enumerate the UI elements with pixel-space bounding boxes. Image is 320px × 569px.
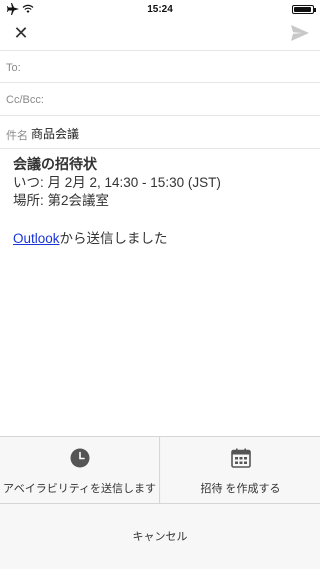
subject-value[interactable]: 商品会議: [31, 125, 79, 142]
close-button[interactable]: ✕: [8, 20, 34, 46]
invite-title: 会議の招待状: [13, 156, 97, 172]
to-field[interactable]: To:: [0, 50, 320, 83]
cancel-button[interactable]: キャンセル: [0, 503, 320, 569]
cc-bcc-field[interactable]: Cc/Bcc:: [0, 83, 320, 116]
create-invite-button[interactable]: 招待 を作成する: [161, 437, 320, 503]
send-icon: [291, 25, 309, 41]
signature: Outlookから送信しました: [13, 230, 313, 248]
outlook-link[interactable]: Outlook: [13, 231, 60, 246]
invite-when: いつ: 月 2月 2, 14:30 - 15:30 (JST): [13, 175, 221, 190]
status-time: 15:24: [147, 4, 173, 15]
invite-where: 場所: 第2会議室: [13, 193, 110, 208]
subject-field[interactable]: 件名 商品会議: [0, 116, 320, 149]
send-availability-label: アベイラビリティを送信します: [2, 483, 157, 495]
calendar-icon: [230, 448, 251, 468]
to-label: To:: [6, 62, 21, 74]
status-bar: 15:24: [0, 0, 320, 20]
close-icon: ✕: [13, 23, 29, 43]
cancel-label: キャンセル: [132, 531, 188, 543]
signature-text: から送信しました: [59, 231, 168, 246]
action-sheet: アベイラビリティを送信します 招待 を作成する キャンセル: [0, 436, 320, 569]
battery-icon: [292, 5, 316, 14]
create-invite-label: 招待 を作成する: [200, 483, 281, 495]
cc-bcc-label: Cc/Bcc:: [6, 94, 44, 106]
clock-icon: [70, 448, 89, 468]
send-availability-button[interactable]: アベイラビリティを送信します: [0, 437, 160, 503]
subject-label: 件名: [6, 130, 28, 142]
compose-toolbar: ✕: [0, 20, 320, 50]
send-button[interactable]: [290, 24, 310, 42]
message-body[interactable]: 会議の招待状 いつ: 月 2月 2, 14:30 - 15:30 (JST) 場…: [13, 154, 313, 248]
